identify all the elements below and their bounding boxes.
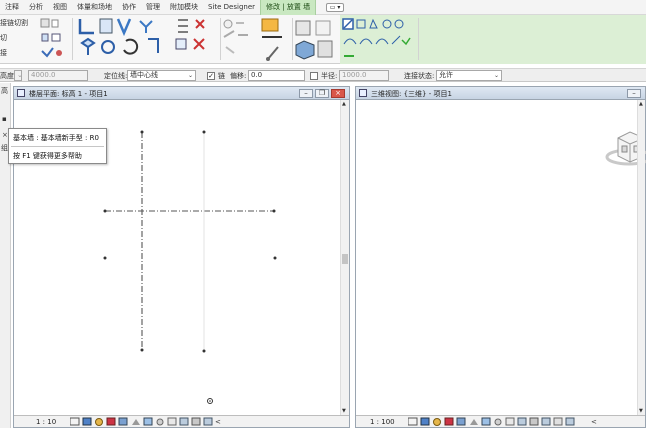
3d-view-control-bar: 1 : 100 < xyxy=(356,415,645,427)
line-endpoint xyxy=(272,209,276,213)
panel-marker-icon: ▪ xyxy=(2,115,7,123)
tooltip-help-hint: 按 F1 键获得更多帮助 xyxy=(13,152,82,160)
elevation-marker xyxy=(202,130,206,134)
mouse-cursor-icon xyxy=(207,398,213,404)
view-control-icons[interactable] xyxy=(408,417,588,427)
3d-drawing-canvas[interactable] xyxy=(356,100,646,416)
join-status-arrow-icon: ⌄ xyxy=(493,72,499,79)
offset-field[interactable]: 0.0 xyxy=(248,70,305,81)
tab-addins[interactable]: 附加模块 xyxy=(165,0,203,15)
restore-button[interactable]: ❐ xyxy=(315,89,329,98)
ribbon-panel: 接链切割 切 接 xyxy=(0,15,646,64)
radius-label: 半径: xyxy=(321,72,338,80)
tab-massing-site[interactable]: 体量和场地 xyxy=(72,0,117,15)
join-status-select[interactable]: 允许 ⌄ xyxy=(436,70,502,81)
plan-view-control-bar: 1 : 10 < xyxy=(14,415,349,427)
3d-vertical-scrollbar[interactable]: ▲ ▼ xyxy=(637,100,645,415)
modify-tools-icon[interactable] xyxy=(78,17,218,63)
element-tooltip: 基本墙 : 基本墙新手型 : R0 按 F1 键获得更多帮助 xyxy=(8,128,107,164)
location-line-select[interactable]: 墙中心线 ⌄ xyxy=(127,70,196,81)
minimize-button[interactable]: – xyxy=(299,89,313,98)
3d-view-icon xyxy=(359,89,367,97)
tab-view[interactable]: 视图 xyxy=(48,0,72,15)
3d-scale-label[interactable]: 1 : 100 xyxy=(370,418,395,426)
ribbon-label-cut[interactable]: 切 xyxy=(0,33,7,43)
offset-label: 偏移: xyxy=(230,72,247,80)
height-dropdown-arrow-icon: ⌄ xyxy=(17,71,21,79)
chain-checkbox[interactable]: ✓ xyxy=(207,72,215,80)
height-label: 高度 xyxy=(0,72,14,80)
height-dropdown[interactable]: ⌄ xyxy=(14,70,22,81)
location-line-arrow-icon: ⌄ xyxy=(187,72,193,79)
tab-collaborate[interactable]: 协作 xyxy=(117,0,141,15)
elevation-marker xyxy=(273,256,277,260)
floor-plan-titlebar[interactable]: 楼层平面: 标高 1 - 项目1 – ❐ × xyxy=(14,87,349,100)
ribbon-separator xyxy=(418,18,419,60)
group-glyph: 组 xyxy=(1,144,8,152)
close-button[interactable]: × xyxy=(331,89,345,98)
chain-label: 链 xyxy=(218,72,225,80)
plan-vertical-scrollbar[interactable]: ▲ ▼ xyxy=(340,100,349,415)
ribbon-minimize-button[interactable]: ▭ ▾ xyxy=(326,2,345,12)
join-status-label: 连接状态: xyxy=(404,72,435,80)
close-panel-icon[interactable]: × xyxy=(2,131,8,139)
line-endpoint xyxy=(140,348,144,352)
location-line-value: 墙中心线 xyxy=(130,71,158,79)
tab-analyze[interactable]: 分析 xyxy=(24,0,48,15)
scroll-up-icon[interactable]: ▲ xyxy=(639,101,643,107)
create-tools-icon[interactable] xyxy=(294,17,338,63)
draw-tools-icon[interactable] xyxy=(342,18,414,62)
scroll-up-icon[interactable]: ▲ xyxy=(342,101,346,107)
height-glyph: 高 xyxy=(1,87,8,95)
elevation-marker xyxy=(202,349,206,353)
tab-annotate[interactable]: 注释 xyxy=(0,0,24,15)
3d-view-titlebar[interactable]: 三维视图: {三维} - 项目1 – xyxy=(356,87,645,100)
ribbon-separator xyxy=(292,18,293,60)
tooltip-element-type: 基本墙 : 基本墙新手型 : R0 xyxy=(13,134,99,142)
floor-plan-title: 楼层平面: 标高 1 - 项目1 xyxy=(29,90,108,98)
radius-field[interactable]: 1000.0 xyxy=(339,70,389,81)
height-value-field[interactable]: 4000.0 xyxy=(28,70,88,81)
scroll-left-icon[interactable]: < xyxy=(215,418,221,426)
tab-modify-place-wall[interactable]: 修改 | 放置 墙 xyxy=(260,0,317,15)
scroll-down-icon[interactable]: ▼ xyxy=(639,408,643,414)
ribbon-label-join[interactable]: 接 xyxy=(0,48,7,58)
view-tools-icon[interactable] xyxy=(222,17,292,63)
line-endpoint xyxy=(140,130,144,134)
join-status-value: 允许 xyxy=(439,71,453,79)
floor-plan-view-icon xyxy=(17,89,25,97)
ribbon-tab-bar: 注释 分析 视图 体量和场地 协作 管理 附加模块 Site Designer … xyxy=(0,0,646,15)
minimize-button[interactable]: – xyxy=(627,89,641,98)
3d-view-title: 三维视图: {三维} - 项目1 xyxy=(371,90,452,98)
options-bar: 高度 ⌄ 4000.0 定位线: 墙中心线 ⌄ ✓ 链 偏移: 0.0 半径: … xyxy=(0,68,646,82)
tooltip-divider xyxy=(11,146,104,147)
3d-view[interactable]: 三维视图: {三维} - 项目1 – ▲ ▼ 1 : 100 < xyxy=(355,86,646,428)
tab-site-designer[interactable]: Site Designer xyxy=(203,0,260,15)
ribbon-label-join-cut[interactable]: 接链切割 xyxy=(0,18,28,28)
ribbon-separator xyxy=(72,18,73,60)
scroll-down-icon[interactable]: ▼ xyxy=(342,408,346,414)
location-line-label: 定位线: xyxy=(104,72,128,80)
elevation-marker xyxy=(103,256,107,260)
scroll-left-icon[interactable]: < xyxy=(591,418,597,426)
clipboard-tools-icon[interactable] xyxy=(40,18,68,62)
tab-manage[interactable]: 管理 xyxy=(141,0,165,15)
line-endpoint xyxy=(103,209,107,213)
radius-checkbox[interactable] xyxy=(310,72,318,80)
ribbon-separator xyxy=(220,18,221,60)
plan-scale-label[interactable]: 1 : 10 xyxy=(36,418,56,426)
plan-scroll-thumb[interactable] xyxy=(342,254,348,264)
